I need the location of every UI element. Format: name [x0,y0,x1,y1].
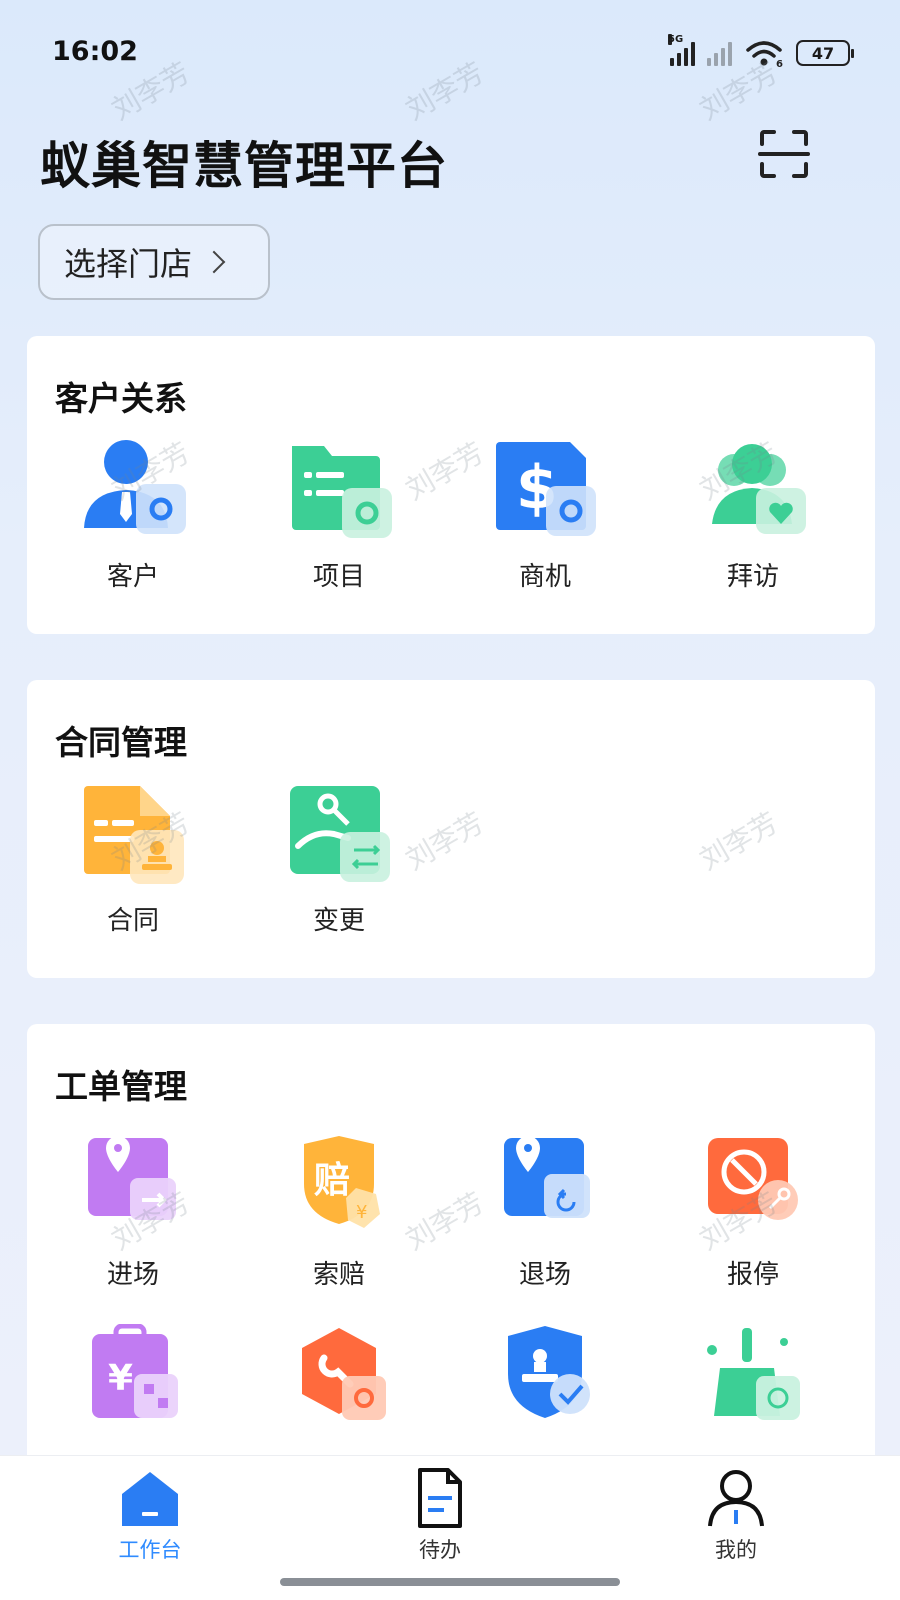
customer-icon [78,436,188,546]
tab-label: 我的 [715,1538,757,1562]
grid-item-project[interactable]: 项目 [233,436,445,593]
section-title: 合同管理 [55,723,187,762]
grid-item-change[interactable]: 变更 [233,780,445,937]
tab-todo[interactable]: 待办 [340,1466,540,1564]
tab-label: 待办 [419,1538,461,1562]
fee-clipboard-icon: ¥ [78,1323,188,1434]
claim-shield-icon: 赔 ¥ [284,1134,394,1244]
scan-icon [758,130,810,178]
cleaning-icon [698,1324,808,1434]
svg-text:6: 6 [776,59,783,68]
grid-item-fee[interactable]: ¥ [27,1323,239,1444]
suspend-icon [698,1134,808,1244]
battery-icon: 47 [796,40,854,66]
enter-site-icon [78,1134,188,1244]
chevron-right-icon [202,250,226,274]
grid-item-label: 拜访 [726,562,779,592]
grid-item-suspend[interactable]: 报停 [647,1134,859,1291]
opportunity-dollar-icon: $ [490,436,600,546]
todo-document-icon [408,1466,472,1530]
grid-item-exit-site[interactable]: 退场 [439,1134,651,1291]
scan-button[interactable] [756,126,812,182]
signal-5g-icon: 5G [668,34,695,66]
visit-icon [698,436,808,546]
status-bar: 16:02 5G 6 47 [0,0,900,100]
contract-icon [78,780,188,890]
svg-text:赔: 赔 [314,1160,350,1201]
change-key-icon [284,780,394,890]
grid-item-enter-site[interactable]: 进场 [27,1134,239,1291]
stamp-shield-icon [490,1324,600,1434]
grid-item-label: 报停 [726,1260,779,1290]
workbench-home-icon [118,1466,182,1530]
exit-site-icon [490,1134,600,1244]
section-title: 工单管理 [55,1067,187,1106]
grid-item-label: 变更 [312,906,365,936]
repair-wrench-icon [284,1324,394,1434]
tab-profile[interactable]: 我的 [636,1466,836,1564]
grid-item-customer[interactable]: 客户 [27,436,239,593]
grid-item-label: 索赔 [312,1260,365,1290]
project-folder-icon [284,436,394,546]
svg-text:¥: ¥ [356,1202,367,1223]
grid-item-label: 合同 [106,906,159,936]
profile-person-icon [704,1466,768,1530]
section-title: 客户关系 [55,379,187,418]
grid-item-label: 商机 [518,562,571,592]
grid-item-label: 客户 [106,562,159,592]
grid-item-label: 项目 [312,562,365,592]
grid-item-visit[interactable]: 拜访 [647,436,859,593]
grid-item-opportunity[interactable]: $ 商机 [439,436,651,593]
svg-text:¥: ¥ [108,1358,133,1399]
section-customer-relations: 客户关系 客户 项目 $ 商机 拜访 [27,336,875,634]
grid-item-claim[interactable]: 赔 ¥ 索赔 [233,1134,445,1291]
select-store-button[interactable]: 选择门店 [38,224,270,300]
select-store-label: 选择门店 [64,245,193,283]
status-time: 16:02 [52,36,138,67]
section-contract-management: 合同管理 合同 变更 [27,680,875,978]
grid-item-contract[interactable]: 合同 [27,780,239,937]
wifi-icon: 6 [746,41,783,68]
grid-item-repair[interactable] [233,1324,445,1444]
grid-item-cleaning[interactable] [647,1324,859,1444]
tab-workbench[interactable]: 工作台 [50,1466,250,1564]
status-icons: 5G 6 47 [668,34,854,68]
grid-item-label: 退场 [518,1260,571,1290]
grid-item-stamp[interactable] [439,1324,651,1444]
signal-no-service-icon [707,40,732,66]
grid-item-label: 进场 [106,1260,159,1290]
tab-label: 工作台 [118,1538,182,1562]
home-indicator[interactable] [280,1578,620,1586]
app-title: 蚁巢智慧管理平台 [40,137,448,195]
